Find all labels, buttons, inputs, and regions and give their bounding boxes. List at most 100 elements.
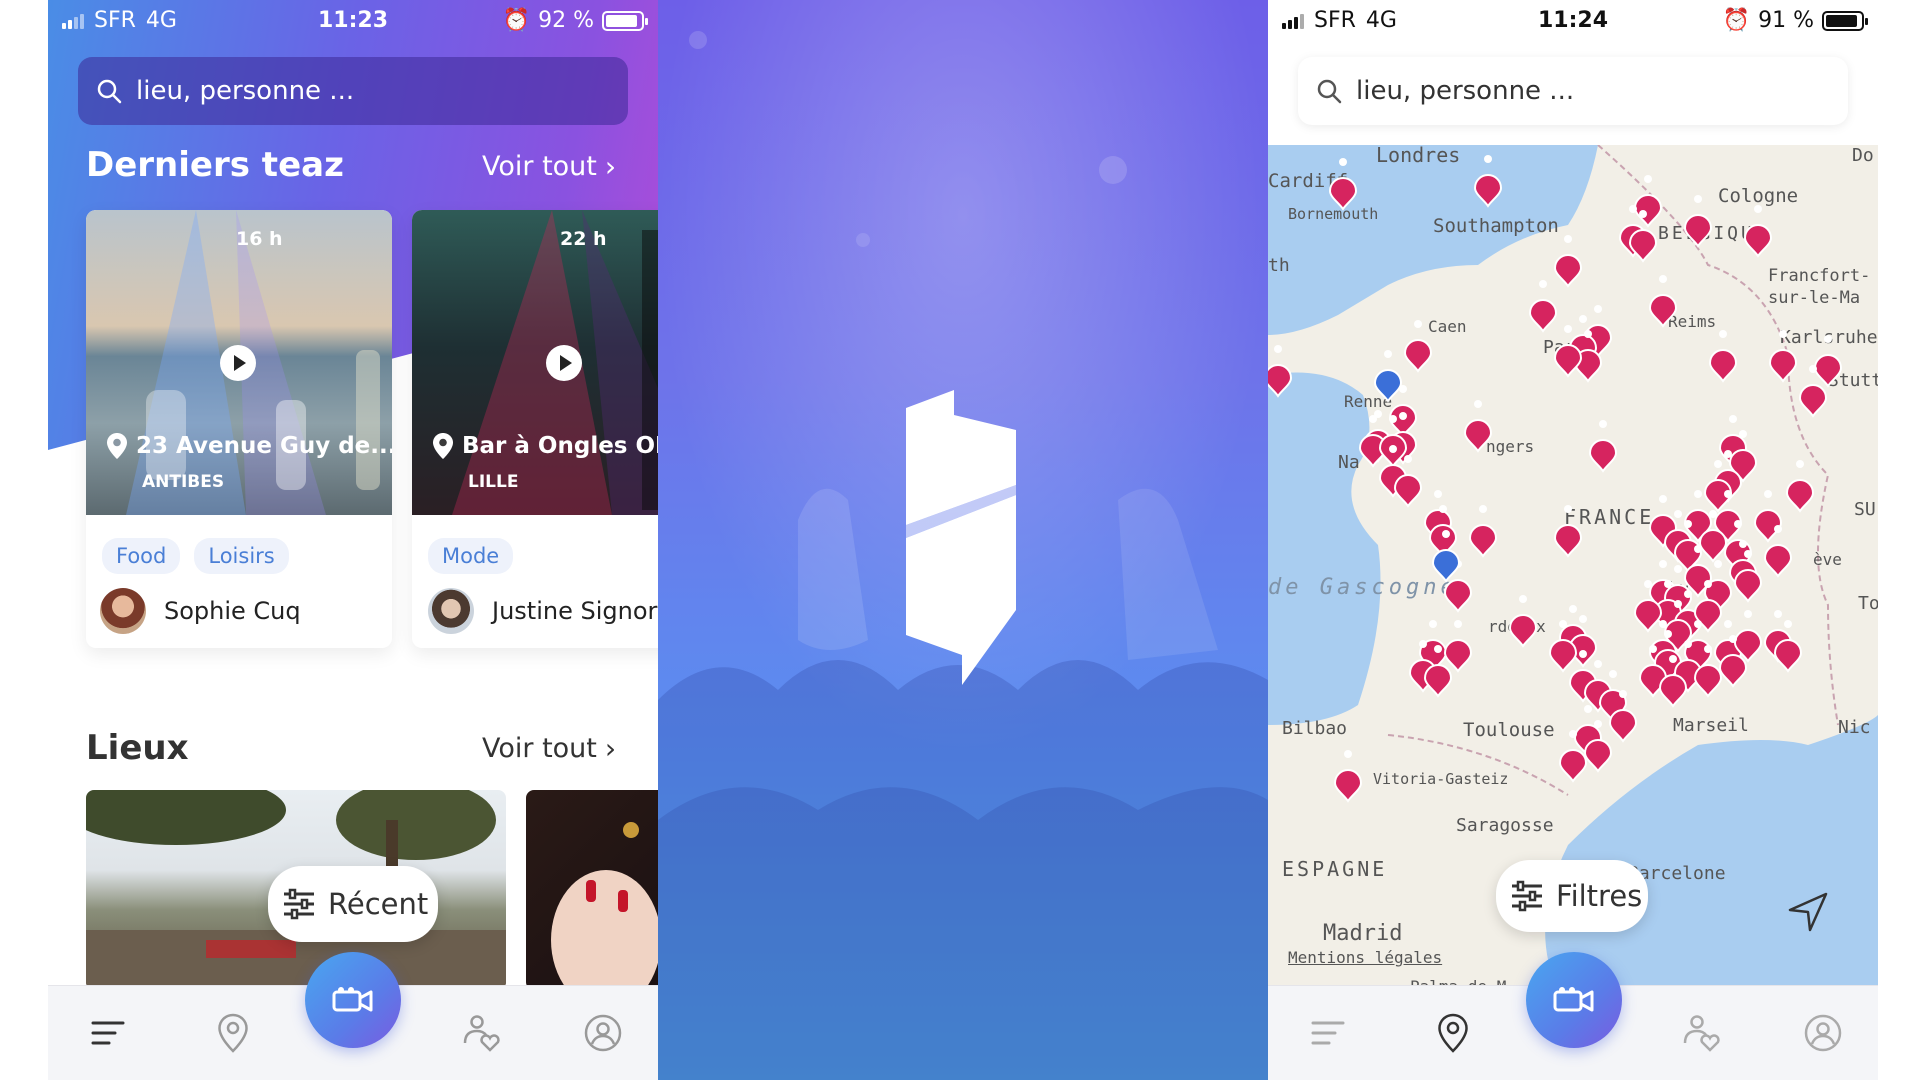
menu-icon <box>91 1021 125 1045</box>
location-pin-icon <box>433 433 453 459</box>
alarm-icon: ⏰ <box>1722 8 1751 33</box>
tag-list: Mode <box>428 538 514 574</box>
filters-label: Filtres <box>1556 879 1643 913</box>
video-camera-icon <box>1553 987 1594 1012</box>
tab-feed[interactable] <box>1303 1008 1353 1058</box>
locate-me-button[interactable] <box>1786 890 1830 934</box>
search-placeholder: lieu, personne ... <box>1356 76 1575 106</box>
battery-percent: 91 % <box>1758 8 1814 33</box>
map-pin[interactable] <box>1768 330 1798 383</box>
battery-icon <box>1822 10 1868 31</box>
voir-tout-lieux-link[interactable]: Voir tout › <box>482 732 616 765</box>
tab-profile[interactable] <box>1798 1008 1848 1058</box>
map-pin[interactable] <box>1648 275 1678 328</box>
map-pin[interactable] <box>1373 350 1403 403</box>
legal-link[interactable]: Mentions légales <box>1288 948 1442 967</box>
voir-tout-teaz-link[interactable]: Voir tout › <box>482 150 616 183</box>
voir-tout-label: Voir tout <box>482 151 597 182</box>
tag[interactable]: Mode <box>428 538 514 574</box>
map-pin[interactable] <box>1813 335 1843 388</box>
map-pin[interactable] <box>1468 505 1498 558</box>
user-circle-icon <box>584 1014 622 1052</box>
map-pin-icon <box>218 1013 248 1053</box>
search-icon <box>97 79 122 104</box>
tab-favorites[interactable] <box>456 1008 506 1058</box>
person-heart-icon <box>463 1015 500 1052</box>
search-input[interactable]: lieu, personne ... <box>78 57 628 125</box>
map-pin[interactable] <box>1553 235 1583 288</box>
map-pin[interactable] <box>1753 490 1783 543</box>
map-pin[interactable] <box>1683 195 1713 248</box>
teaz-card[interactable]: 22 h Bar à Ongles OP LILLE Mode Justine … <box>412 210 658 648</box>
feed-screen: SFR 4G 11:23 ⏰ 92 % lieu, personne ... D… <box>48 0 658 1080</box>
user-circle-icon <box>1804 1014 1842 1052</box>
map-pin[interactable] <box>1528 280 1558 333</box>
teaz-place-label: 23 Avenue Guy de... <box>136 433 392 459</box>
teaz-author[interactable]: Justine Signor <box>428 588 657 634</box>
teaz-time: 16 h <box>236 228 283 250</box>
avatar <box>100 588 146 634</box>
search-icon <box>1317 79 1342 104</box>
alarm-icon: ⏰ <box>502 8 531 33</box>
battery-percent: 92 % <box>538 8 594 33</box>
chevron-right-icon: › <box>604 150 617 183</box>
map-screen: SFR 4G 11:24 ⏰ 91 % lieu, personne ... L… <box>1268 0 1878 1080</box>
sliders-icon <box>284 888 314 920</box>
map-pin[interactable] <box>1633 175 1663 228</box>
filters-button[interactable]: Filtres <box>1496 860 1648 932</box>
tab-favorites[interactable] <box>1676 1008 1726 1058</box>
lieu-card[interactable] <box>526 790 658 990</box>
map-pin[interactable] <box>1773 620 1803 673</box>
map-pin[interactable] <box>1508 595 1538 648</box>
location-pin-icon <box>107 433 127 459</box>
map-pin[interactable] <box>1393 455 1423 508</box>
map-pin[interactable] <box>1268 345 1293 398</box>
teaz-thumbnail <box>412 210 658 515</box>
status-bar: SFR 4G 11:23 ⏰ 92 % <box>48 0 658 40</box>
play-icon[interactable] <box>546 345 582 381</box>
lieu-thumbnail <box>551 822 658 990</box>
map-pin-icon <box>1438 1013 1468 1053</box>
map-pin[interactable] <box>1463 400 1493 453</box>
tab-feed[interactable] <box>83 1008 133 1058</box>
recent-filter-button[interactable]: Récent <box>268 866 438 942</box>
person-heart-icon <box>1683 1015 1720 1052</box>
teaz-place: Bar à Ongles OP <box>432 432 658 460</box>
tag-list: Food Loisirs <box>102 538 289 574</box>
map-pin[interactable] <box>1403 320 1433 373</box>
splash-screen <box>658 0 1268 1080</box>
map-pin[interactable] <box>1473 155 1503 208</box>
map-pin[interactable] <box>1743 205 1773 258</box>
map-pin[interactable] <box>1328 158 1358 211</box>
teaz-place-label: Bar à Ongles OP <box>462 433 658 459</box>
tab-map[interactable] <box>208 1008 258 1058</box>
author-name: Sophie Cuq <box>164 597 301 625</box>
video-camera-icon <box>332 987 373 1012</box>
tag[interactable]: Loisirs <box>194 538 289 574</box>
map-pin[interactable] <box>1708 330 1738 383</box>
teaz-city: ANTIBES <box>142 472 225 492</box>
map-pin[interactable] <box>1703 460 1733 513</box>
map-pin[interactable] <box>1553 505 1583 558</box>
record-video-button[interactable] <box>1526 952 1622 1048</box>
teaz-card[interactable]: 16 h 23 Avenue Guy de... ANTIBES Food Lo… <box>86 210 392 648</box>
teaz-author[interactable]: Sophie Cuq <box>100 588 301 634</box>
avatar <box>428 588 474 634</box>
navigation-arrow-icon <box>1788 892 1828 932</box>
menu-icon <box>1311 1021 1345 1045</box>
teaz-time: 22 h <box>560 228 607 250</box>
record-video-button[interactable] <box>305 952 401 1048</box>
map-pin[interactable] <box>1333 750 1363 803</box>
map-view[interactable]: Londres Cardiff Bornemouth Southampton C… <box>1268 145 1878 990</box>
map-pin[interactable] <box>1785 460 1815 513</box>
play-icon[interactable] <box>220 345 256 381</box>
tag[interactable]: Food <box>102 538 181 574</box>
search-input[interactable]: lieu, personne ... <box>1298 57 1848 125</box>
app-screenshots: SFR 4G 11:23 ⏰ 92 % lieu, personne ... D… <box>0 0 1920 1080</box>
tab-profile[interactable] <box>578 1008 628 1058</box>
map-pin[interactable] <box>1588 420 1618 473</box>
tab-map[interactable] <box>1428 1008 1478 1058</box>
map-pin[interactable] <box>1443 620 1473 673</box>
teaz-city: LILLE <box>468 472 519 492</box>
search-placeholder: lieu, personne ... <box>136 76 355 106</box>
